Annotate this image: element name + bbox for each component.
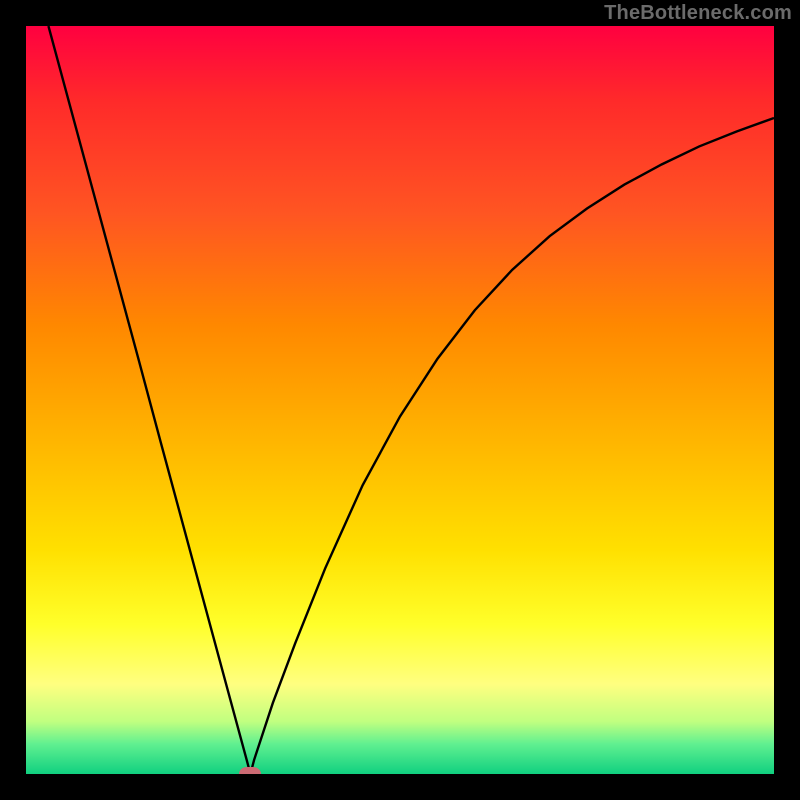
bottleneck-curve <box>48 26 774 774</box>
chart-frame: TheBottleneck.com <box>0 0 800 800</box>
curve-layer <box>26 26 774 774</box>
minimum-marker <box>239 767 261 781</box>
watermark-text: TheBottleneck.com <box>604 2 792 25</box>
